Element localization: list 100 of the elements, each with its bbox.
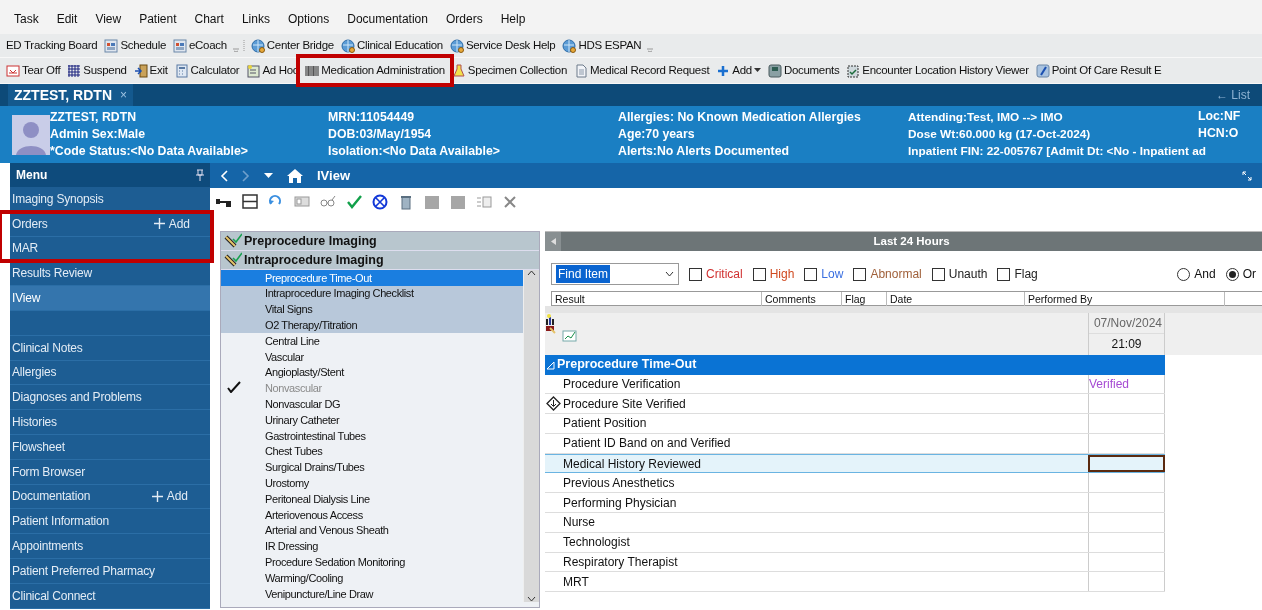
home-icon[interactable] <box>287 168 303 183</box>
back-icon[interactable] <box>220 169 228 182</box>
menu-item[interactable]: Clinical Notes <box>10 335 210 361</box>
menu-item[interactable]: Orders <box>437 10 491 34</box>
toolbar-button[interactable]: Center Bridge <box>248 35 336 56</box>
section-item[interactable]: Chest Tubes <box>221 443 523 460</box>
menu-item[interactable]: Edit <box>48 10 86 34</box>
filter-checkbox[interactable]: Critical <box>689 265 743 283</box>
logic-radio[interactable]: And <box>1177 265 1216 283</box>
toolbar-button[interactable]: Schedule <box>102 35 168 56</box>
grid-row[interactable]: MRT <box>545 572 1165 593</box>
section-item[interactable]: Warming/Cooling <box>221 570 523 586</box>
find-item-dropdown[interactable]: Find Item <box>551 263 679 285</box>
pin-icon[interactable] <box>196 169 204 181</box>
toolbar-button[interactable]: Service Desk Help <box>447 35 558 56</box>
trash-icon[interactable] <box>398 194 414 210</box>
grid-row[interactable]: Technologist <box>545 532 1165 553</box>
menu-item[interactable]: IView <box>10 286 210 311</box>
patient-tab[interactable]: ZZTEST, RDTN × <box>8 84 133 106</box>
menu-item[interactable]: Clinical Connect <box>10 583 210 609</box>
scroll-up-icon[interactable] <box>527 270 536 276</box>
section-item[interactable]: Urostomy <box>221 475 523 492</box>
filter-checkbox[interactable]: Low <box>804 265 844 283</box>
close-icon[interactable] <box>502 194 518 210</box>
menu-item[interactable]: Allergies <box>10 360 210 386</box>
filter-checkbox[interactable]: Flag <box>997 265 1038 283</box>
logic-radio[interactable]: Or <box>1225 265 1256 283</box>
section-item[interactable]: Surgical Drains/Tubes <box>221 459 523 476</box>
section-item[interactable]: Angioplasty/Stent <box>221 364 523 381</box>
filter-checkbox[interactable]: High <box>752 265 795 283</box>
toolbar-button[interactable]: ED Tracking Board <box>4 35 100 56</box>
toolbar-button[interactable]: Medical Record Request <box>572 60 712 81</box>
toolbar-button[interactable]: Documents <box>765 60 842 81</box>
collapse-icon[interactable] <box>545 359 557 370</box>
toolbar-button[interactable]: Medication Administration <box>303 60 447 81</box>
menu-item[interactable]: Help <box>492 10 534 34</box>
glasses-icon[interactable] <box>320 194 336 210</box>
section-item[interactable]: Central Line <box>221 333 523 349</box>
menu-item[interactable]: Histories <box>10 410 210 435</box>
square-icon[interactable] <box>450 194 466 210</box>
list-button[interactable]: ← List <box>1210 85 1256 105</box>
menu-item[interactable]: Diagnoses and Problems <box>10 385 210 411</box>
toolbar-button[interactable]: Suspend <box>65 60 129 81</box>
menu-item[interactable]: View <box>87 10 130 34</box>
menu-item[interactable]: Task <box>6 10 47 34</box>
toolbar-button[interactable]: HDS ESPAN <box>560 35 644 56</box>
toolbar-button[interactable]: Calculator <box>172 60 242 81</box>
section-item[interactable]: Peritoneal Dialysis Line <box>221 491 523 507</box>
section-band[interactable]: Intraprocedure Imaging <box>221 251 539 270</box>
section-item[interactable]: Arterial and Venous Sheath <box>221 522 523 539</box>
menu-item[interactable]: Chart <box>186 10 232 34</box>
menu-item[interactable]: Flowsheet <box>10 434 210 460</box>
section-item[interactable]: Vascular <box>221 349 523 365</box>
grid-row[interactable]: Patient ID Band on and Verified <box>545 433 1165 454</box>
menu-item[interactable]: Patient Information <box>10 509 210 535</box>
toolbar-button[interactable]: Encounter Location History Viewer <box>844 60 1031 81</box>
toolbar-button[interactable]: Tear Off <box>4 60 63 81</box>
menu-item[interactable]: Links <box>233 10 278 34</box>
grid-row[interactable]: Nurse <box>545 513 1165 533</box>
section-item[interactable]: Venipuncture/Line Draw <box>221 585 523 602</box>
expand-icon[interactable] <box>1242 170 1252 181</box>
menu-row[interactable]: Orders Add <box>10 211 212 237</box>
grid-row[interactable]: Procedure Verification Verified <box>545 374 1165 395</box>
toolbar-button[interactable]: Add <box>714 60 763 81</box>
toolbar-button[interactable]: Exit <box>131 60 170 81</box>
section-header[interactable]: Preprocedure Time-Out <box>545 355 1165 375</box>
menu-item[interactable]: Appointments <box>10 534 210 559</box>
section-item[interactable]: Preprocedure Time-Out <box>221 270 523 286</box>
section-band[interactable]: Preprocedure Imaging <box>221 232 539 251</box>
section-item[interactable]: Arteriovenous Access <box>221 506 523 523</box>
section-item[interactable]: Nonvascular DG <box>221 396 523 413</box>
menu-item[interactable]: Documentation <box>339 10 436 34</box>
section-item[interactable]: IR Dressing <box>221 538 523 555</box>
grid-row[interactable]: Patient Position <box>545 414 1165 434</box>
grid-row[interactable]: Respiratory Therapist <box>545 552 1165 573</box>
split-view-icon[interactable] <box>242 194 258 210</box>
grid-row[interactable]: Previous Anesthetics <box>545 473 1165 494</box>
toolbar-button[interactable]: Specimen Collection <box>449 60 569 81</box>
grid-row[interactable]: Performing Physician <box>545 493 1165 514</box>
grid-row[interactable]: Procedure Site Verified <box>545 394 1165 415</box>
dropdown-icon[interactable] <box>264 173 273 178</box>
menu-item[interactable]: MAR <box>10 236 212 262</box>
scroll-down-icon[interactable] <box>527 595 536 602</box>
scroll-left-icon[interactable] <box>550 238 556 245</box>
grid-row[interactable]: Medical History Reviewed <box>545 453 1165 474</box>
section-item[interactable]: Urinary Catheter <box>221 412 523 428</box>
menu-item[interactable]: Patient <box>131 10 185 34</box>
add-button[interactable]: Add <box>151 487 208 506</box>
menu-item[interactable]: Patient Preferred Pharmacy <box>10 558 210 584</box>
section-item[interactable]: O2 Therapy/Titration <box>221 317 523 334</box>
filter-checkbox[interactable]: Abnormal <box>853 265 922 283</box>
menu-item[interactable]: Form Browser <box>10 459 210 485</box>
menu-item[interactable]: Options <box>279 10 338 34</box>
toolbar-button[interactable]: Point Of Care Result E <box>1033 60 1164 81</box>
close-button[interactable]: × <box>120 86 127 104</box>
menu-item[interactable]: Imaging Synopsis <box>10 187 210 212</box>
toolbar-button[interactable]: Clinical Education <box>338 35 445 56</box>
no-entry-icon[interactable] <box>372 194 388 210</box>
toolbar-button[interactable]: eCoach <box>171 35 229 56</box>
check-icon[interactable] <box>346 194 362 210</box>
